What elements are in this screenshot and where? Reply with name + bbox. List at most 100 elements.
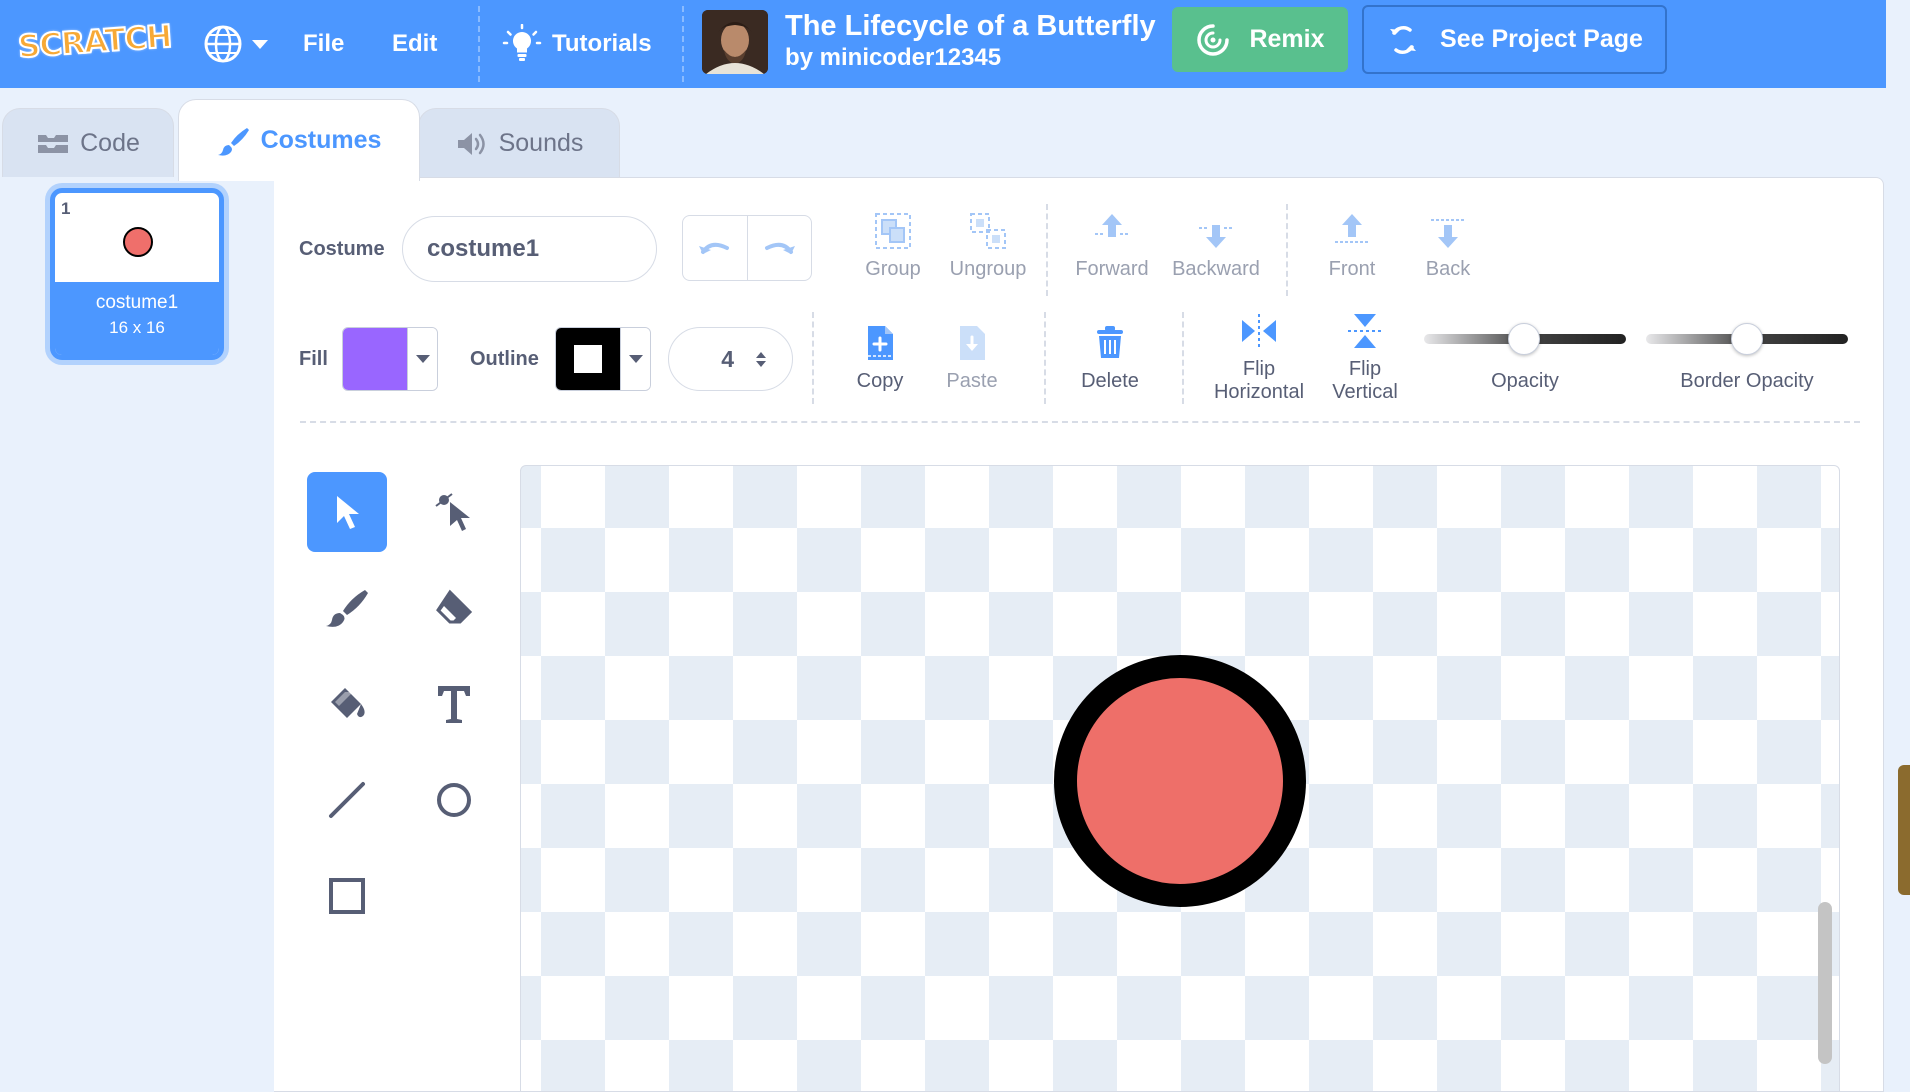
flip-horizontal-label-2: Horizontal — [1213, 381, 1305, 403]
eraser-tool[interactable] — [414, 568, 494, 648]
rectangle-icon — [329, 878, 365, 914]
code-blocks-icon — [38, 134, 69, 153]
chevron-down-icon — [620, 328, 650, 390]
redo-button[interactable] — [748, 216, 812, 280]
circle-icon — [437, 783, 471, 817]
brush-icon — [326, 590, 368, 627]
language-menu[interactable] — [202, 0, 268, 88]
flip-horizontal-button[interactable]: Flip Horizontal — [1206, 310, 1312, 404]
lightbulb-icon — [502, 24, 542, 61]
copy-icon — [868, 326, 893, 360]
flip-horizontal-icon — [1242, 314, 1276, 348]
backward-button[interactable]: Backward — [1168, 210, 1264, 281]
delete-label: Delete — [1081, 370, 1139, 392]
reshape-pointer-icon — [435, 493, 470, 531]
forward-label: Forward — [1075, 258, 1149, 280]
fill-label: Fill — [299, 348, 328, 370]
scratch-logo-text: SCRATCH — [16, 18, 174, 67]
flip-horizontal-label-1: Flip — [1242, 358, 1276, 380]
opacity-slider-handle[interactable] — [1508, 323, 1540, 355]
ungroup-label: Ungroup — [949, 258, 1027, 280]
outline-label: Outline — [470, 348, 539, 370]
file-menu[interactable]: File — [303, 0, 344, 88]
trash-icon — [1097, 326, 1123, 358]
costume-item[interactable]: 1 costume1 16 x 16 — [50, 188, 224, 360]
outline-width-input[interactable]: 4 — [668, 327, 793, 391]
group-label: Group — [865, 258, 921, 280]
front-label: Front — [1328, 258, 1376, 280]
fill-color-picker[interactable] — [342, 327, 438, 391]
fill-swatch — [343, 328, 407, 390]
select-tool[interactable] — [307, 472, 387, 552]
backward-label: Backward — [1172, 258, 1260, 280]
reshape-tool[interactable] — [414, 472, 494, 552]
remix-icon — [1197, 23, 1230, 56]
separator — [1182, 312, 1184, 404]
separator — [1046, 204, 1048, 296]
fill-tool[interactable] — [307, 664, 387, 744]
costume-item-size: 16 x 16 — [109, 318, 165, 337]
brush-tool[interactable] — [307, 568, 387, 648]
tab-costumes[interactable]: Costumes — [178, 99, 420, 181]
group-button[interactable]: Group — [855, 210, 931, 281]
paste-button[interactable]: Paste — [932, 322, 1012, 393]
menu-divider — [682, 6, 684, 82]
flip-vertical-label-2: Vertical — [1332, 381, 1398, 403]
tutorials-button[interactable]: Tutorials — [502, 0, 652, 88]
costume-thumbnail — [123, 227, 153, 257]
chevron-down-icon — [252, 39, 268, 49]
see-project-page-button[interactable]: See Project Page — [1362, 5, 1667, 74]
back-label: Back — [1425, 258, 1471, 280]
undo-icon — [698, 242, 729, 254]
paint-bucket-icon — [331, 688, 365, 718]
border-opacity-slider-handle[interactable] — [1731, 323, 1763, 355]
flip-vertical-icon — [1348, 314, 1382, 348]
back-button[interactable]: Back — [1408, 210, 1488, 281]
copy-button[interactable]: Copy — [840, 322, 920, 393]
group-icon — [875, 213, 911, 249]
rectangle-tool[interactable] — [307, 856, 387, 936]
outline-color-picker[interactable] — [555, 327, 651, 391]
canvas-vertical-scrollbar[interactable] — [1818, 902, 1832, 1064]
tab-sounds[interactable]: Sounds — [418, 108, 620, 178]
costume-name-label: Costume — [299, 238, 385, 260]
eraser-icon — [436, 589, 473, 624]
ungroup-button[interactable]: Ungroup — [940, 210, 1036, 281]
circle-tool[interactable] — [414, 760, 494, 840]
text-tool[interactable] — [414, 664, 494, 744]
front-button[interactable]: Front — [1312, 210, 1392, 281]
undo-button[interactable] — [683, 216, 748, 280]
forward-button[interactable]: Forward — [1072, 210, 1152, 281]
project-title: The Lifecycle of a Butterfly — [785, 10, 1156, 42]
costume-item-name: costume1 — [95, 292, 179, 313]
tab-code[interactable]: Code — [2, 108, 174, 178]
edit-menu[interactable]: Edit — [392, 0, 437, 88]
flip-vertical-button[interactable]: Flip Vertical — [1322, 310, 1408, 404]
flip-vertical-label-1: Flip — [1348, 358, 1382, 380]
see-project-icon — [1390, 25, 1417, 54]
undo-redo-group — [682, 215, 812, 281]
delete-button[interactable]: Delete — [1070, 322, 1150, 393]
border-opacity-label: Border Opacity — [1680, 370, 1814, 392]
see-project-label: See Project Page — [1440, 25, 1643, 53]
separator — [1044, 312, 1046, 404]
outline-swatch — [556, 328, 620, 390]
costume-name-input[interactable] — [402, 216, 657, 282]
menu-divider — [478, 6, 480, 82]
red-circle-shape[interactable] — [1054, 655, 1306, 907]
stage-panel-edge — [1886, 0, 1910, 1092]
backward-icon — [1199, 225, 1233, 248]
scratch-logo[interactable]: SCRATCH — [16, 17, 174, 67]
remix-button[interactable]: Remix — [1172, 7, 1348, 72]
text-icon — [438, 686, 470, 723]
line-tool[interactable] — [307, 760, 387, 840]
stepper-icon[interactable] — [756, 351, 766, 367]
line-icon — [329, 782, 365, 818]
tab-costumes-label: Costumes — [260, 126, 382, 154]
globe-icon — [204, 25, 242, 63]
project-author[interactable]: by minicoder12345 — [785, 44, 1001, 72]
speaker-icon — [457, 132, 485, 155]
costume-number: 1 — [61, 199, 71, 218]
redo-icon — [765, 242, 796, 254]
front-icon — [1335, 214, 1369, 243]
